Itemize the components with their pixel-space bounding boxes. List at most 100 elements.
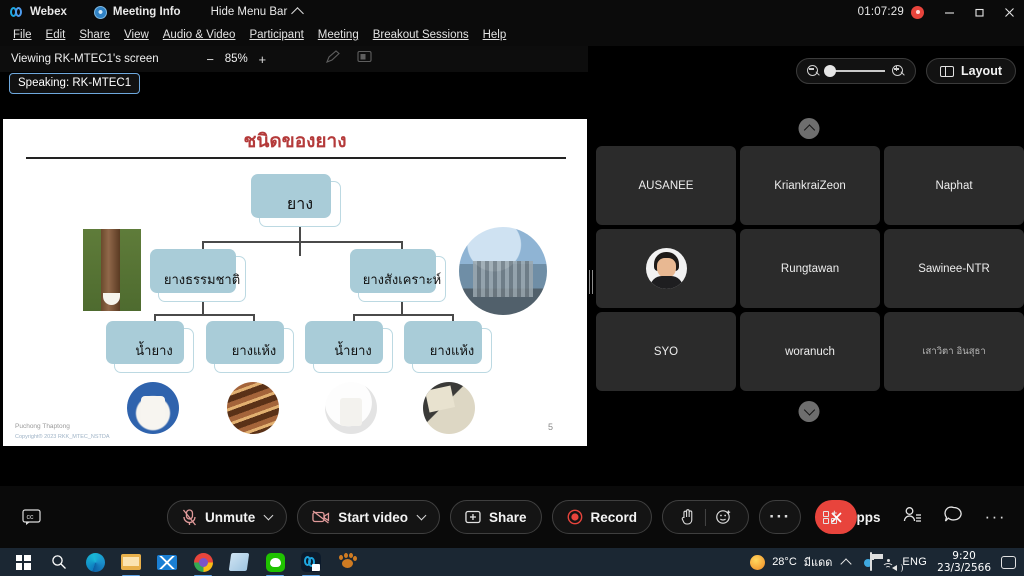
chevron-up-icon (291, 7, 305, 20)
participant-tile[interactable]: Sawinee-NTR (884, 229, 1024, 308)
taskbar-word-button[interactable] (228, 551, 250, 573)
taskbar-file-explorer-button[interactable] (120, 551, 142, 576)
mail-icon (157, 554, 177, 570)
zoom-slider-knob[interactable] (824, 65, 837, 77)
screen-share-bar: Viewing RK-MTEC1's screen − 85% + (0, 46, 588, 72)
zoom-out-icon[interactable] (807, 64, 820, 78)
participant-name: AUSANEE (638, 179, 694, 192)
language-indicator[interactable]: ENG (902, 556, 927, 568)
zoom-in-button[interactable]: + (257, 53, 268, 66)
synthetic-dry-rubber-photo (423, 382, 475, 434)
closed-caption-icon[interactable]: cc (22, 508, 44, 526)
participant-tile[interactable]: Rungtawan (740, 229, 880, 308)
scroll-down-button[interactable] (798, 401, 820, 422)
minimize-button[interactable] (934, 0, 964, 24)
start-video-button[interactable]: Start video (297, 500, 440, 534)
microphone-muted-icon (182, 508, 196, 525)
participants-icon (903, 507, 921, 522)
annotate-icon[interactable] (325, 50, 341, 68)
meeting-info-label: Meeting Info (112, 6, 181, 18)
maximize-button[interactable] (964, 0, 994, 24)
synthetic-latex-photo (325, 382, 377, 434)
toolbar-more-button[interactable]: ··· (985, 507, 1006, 527)
menu-meeting[interactable]: Meeting (311, 27, 366, 43)
recording-timer: 01:07:29 (857, 6, 904, 18)
participant-tile[interactable]: SYO (596, 312, 736, 391)
unmute-button[interactable]: Unmute (166, 500, 288, 534)
chat-button[interactable] (943, 506, 963, 528)
close-button[interactable] (994, 0, 1024, 24)
start-button[interactable] (12, 551, 34, 573)
participant-name: Naphat (935, 179, 973, 192)
hide-menu-bar-button[interactable]: Hide Menu Bar (210, 6, 305, 20)
taskbar-search-button[interactable] (48, 551, 70, 573)
taskbar-clock[interactable]: 9:20 23/3/2566 (937, 550, 991, 574)
unmute-label: Unmute (204, 509, 256, 525)
taskbar-line-button[interactable] (264, 551, 286, 576)
record-label: Record (590, 509, 638, 525)
participant-tile[interactable]: Naphat (884, 146, 1024, 225)
record-button[interactable]: Record (551, 500, 653, 534)
chrome-icon (193, 552, 213, 572)
chevron-down-icon[interactable] (416, 510, 427, 521)
diagram-node-leaf-4: ยางแห้ง (404, 321, 492, 373)
avatar (645, 248, 687, 289)
document-icon (228, 553, 250, 571)
taskbar-webex-button[interactable] (295, 548, 327, 576)
taskbar-chrome-button[interactable] (192, 551, 214, 576)
system-tray: 28°C มีแดด ENG 9:20 23/3/2566 (750, 550, 1016, 574)
layout-button[interactable]: Layout (926, 58, 1016, 84)
taskbar-paw-app-button[interactable] (336, 551, 358, 573)
menu-participant[interactable]: Participant (242, 27, 310, 43)
share-view-screen-icon[interactable] (357, 50, 372, 68)
meeting-toolbar: cc Unmute Start video Share Record ··· +… (0, 486, 1024, 548)
weather-widget[interactable]: 28°C มีแดด (750, 553, 832, 571)
participant-panel: Layout AUSANEE KriankraiZeon Naphat Rung… (594, 46, 1024, 486)
video-zoom-slider[interactable] (796, 58, 917, 84)
edge-icon (85, 552, 105, 572)
taskbar-edge-button[interactable] (84, 551, 106, 573)
webex-logo-icon (10, 5, 24, 19)
participant-tile[interactable]: KriankraiZeon (740, 146, 880, 225)
recording-indicator-icon[interactable] (911, 5, 924, 19)
chevron-down-icon[interactable] (263, 510, 274, 521)
menu-file-label: File (13, 29, 32, 41)
menu-file[interactable]: File (6, 27, 39, 43)
notification-center-button[interactable] (1001, 555, 1016, 569)
participant-tile[interactable]: AUSANEE (596, 146, 736, 225)
layout-label: Layout (961, 64, 1002, 78)
zoom-slider-track[interactable] (824, 65, 886, 77)
raise-hand-icon (681, 509, 692, 525)
participant-name: Rungtawan (780, 262, 840, 275)
hide-menu-bar-label: Hide Menu Bar (210, 6, 288, 18)
rubber-tree-photo (83, 229, 141, 311)
slide-copyright: Copyright® 2023 RKK_MTEC_NSTDA (15, 434, 110, 440)
petrochemical-plant-photo (459, 227, 547, 315)
camera-off-icon (312, 510, 330, 524)
menu-breakout-sessions[interactable]: Breakout Sessions (366, 27, 476, 43)
menu-edit[interactable]: Edit (39, 27, 73, 43)
participant-tile[interactable]: เสาวิตา อินสุธา (884, 312, 1024, 391)
shared-screen-stage[interactable]: ชนิดของยาง ยาง ยางธรรมชาติ ยางสังเคราะห์… (0, 72, 588, 486)
battery-tray-icon[interactable] (870, 552, 884, 571)
menu-share[interactable]: Share (72, 27, 117, 43)
participant-name: woranuch (785, 345, 835, 358)
more-controls-button[interactable]: ··· (759, 500, 802, 534)
menu-audio-video[interactable]: Audio & Video (156, 27, 243, 43)
menu-help[interactable]: Help (476, 27, 514, 43)
participant-tile[interactable]: woranuch (740, 312, 880, 391)
menu-view[interactable]: View (117, 27, 156, 43)
meeting-info-button[interactable]: Meeting Info (93, 5, 181, 19)
taskbar-mail-button[interactable] (156, 551, 178, 573)
participant-name: Sawinee-NTR (918, 262, 990, 275)
participants-button[interactable] (903, 506, 922, 528)
menu-view-label: View (124, 29, 149, 41)
zoom-out-button[interactable]: − (205, 53, 216, 66)
raise-hand-button[interactable] (669, 509, 705, 525)
participant-tile[interactable] (596, 229, 736, 308)
show-hidden-icons-button[interactable] (840, 557, 853, 570)
reactions-button[interactable] (706, 509, 742, 525)
share-button[interactable]: Share (449, 500, 542, 534)
scroll-up-button[interactable] (798, 118, 820, 139)
zoom-in-icon[interactable] (892, 64, 905, 78)
